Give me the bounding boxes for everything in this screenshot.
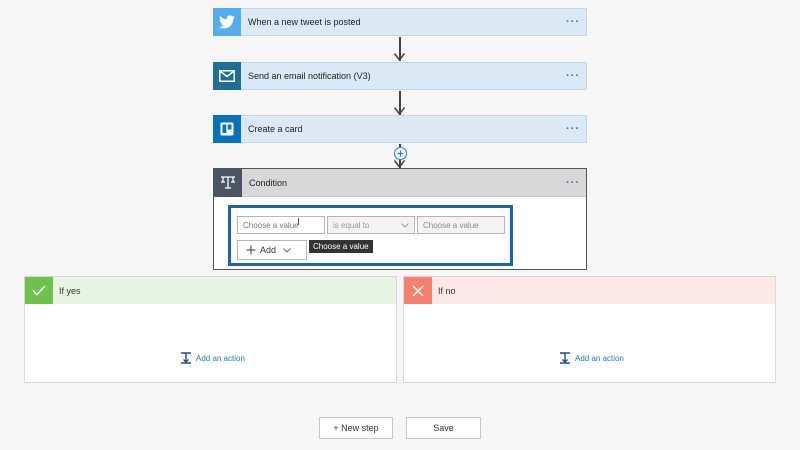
condition-header[interactable]: Condition ··· bbox=[214, 168, 586, 197]
more-options-button[interactable]: ··· bbox=[560, 16, 586, 28]
right-value-input[interactable]: Choose a value bbox=[417, 216, 505, 234]
more-options-button[interactable]: ··· bbox=[560, 177, 586, 189]
more-options-button[interactable]: ··· bbox=[560, 123, 586, 135]
step-send-email[interactable]: Send an email notification (V3) ··· bbox=[213, 61, 587, 90]
connector-arrow bbox=[394, 91, 405, 115]
mail-icon bbox=[213, 61, 241, 90]
condition-expression-box: Choose a value I is equal to Choose a va… bbox=[228, 205, 513, 266]
twitter-icon bbox=[213, 7, 241, 36]
add-condition-button[interactable]: Add bbox=[237, 240, 307, 260]
right-value-placeholder: Choose a value bbox=[423, 220, 479, 230]
step-twitter-trigger[interactable]: When a new tweet is posted ··· bbox=[213, 7, 587, 36]
condition-card: Condition ··· Choose a value I is equal … bbox=[213, 168, 587, 270]
insert-step-button[interactable] bbox=[394, 147, 407, 160]
step-title: Create a card bbox=[248, 124, 303, 134]
plus-icon bbox=[397, 150, 404, 157]
more-options-button[interactable]: ··· bbox=[560, 70, 586, 82]
chevron-down-icon bbox=[401, 222, 409, 228]
trello-icon bbox=[213, 114, 241, 143]
condition-title: Condition bbox=[249, 177, 288, 188]
operator-value: is equal to bbox=[333, 220, 370, 230]
add-action-label: Add an action bbox=[196, 353, 245, 363]
add-action-button[interactable]: Add an action bbox=[559, 352, 624, 364]
branch-label: If no bbox=[438, 285, 456, 296]
add-action-icon bbox=[560, 352, 570, 364]
add-label: Add bbox=[260, 245, 277, 255]
tooltip: Choose a value bbox=[309, 240, 373, 253]
text-cursor-icon: I bbox=[297, 217, 300, 228]
left-value-placeholder: Choose a value bbox=[243, 220, 299, 230]
new-step-button[interactable]: + New step bbox=[319, 417, 393, 439]
step-create-card[interactable]: Create a card ··· bbox=[213, 114, 587, 143]
branch-header-yes[interactable]: If yes bbox=[25, 277, 396, 304]
add-action-icon bbox=[181, 352, 191, 364]
branch-header-no[interactable]: If no bbox=[404, 277, 775, 304]
operator-select[interactable]: is equal to bbox=[327, 216, 415, 234]
chevron-down-icon bbox=[283, 247, 291, 253]
left-value-input[interactable]: Choose a value bbox=[237, 216, 325, 234]
condition-icon bbox=[214, 168, 242, 197]
step-title: When a new tweet is posted bbox=[248, 17, 361, 27]
save-button[interactable]: Save bbox=[406, 417, 481, 439]
step-title: Send an email notification (V3) bbox=[248, 71, 371, 81]
branch-if-no: If no Add an action bbox=[403, 276, 776, 383]
branch-label: If yes bbox=[59, 285, 81, 296]
connector-arrow bbox=[394, 37, 405, 61]
branch-if-yes: If yes Add an action bbox=[24, 276, 397, 383]
add-action-button[interactable]: Add an action bbox=[180, 352, 245, 364]
plus-icon bbox=[246, 245, 256, 255]
add-action-label: Add an action bbox=[575, 353, 624, 363]
close-icon bbox=[404, 277, 432, 304]
checkmark-icon bbox=[25, 277, 53, 304]
